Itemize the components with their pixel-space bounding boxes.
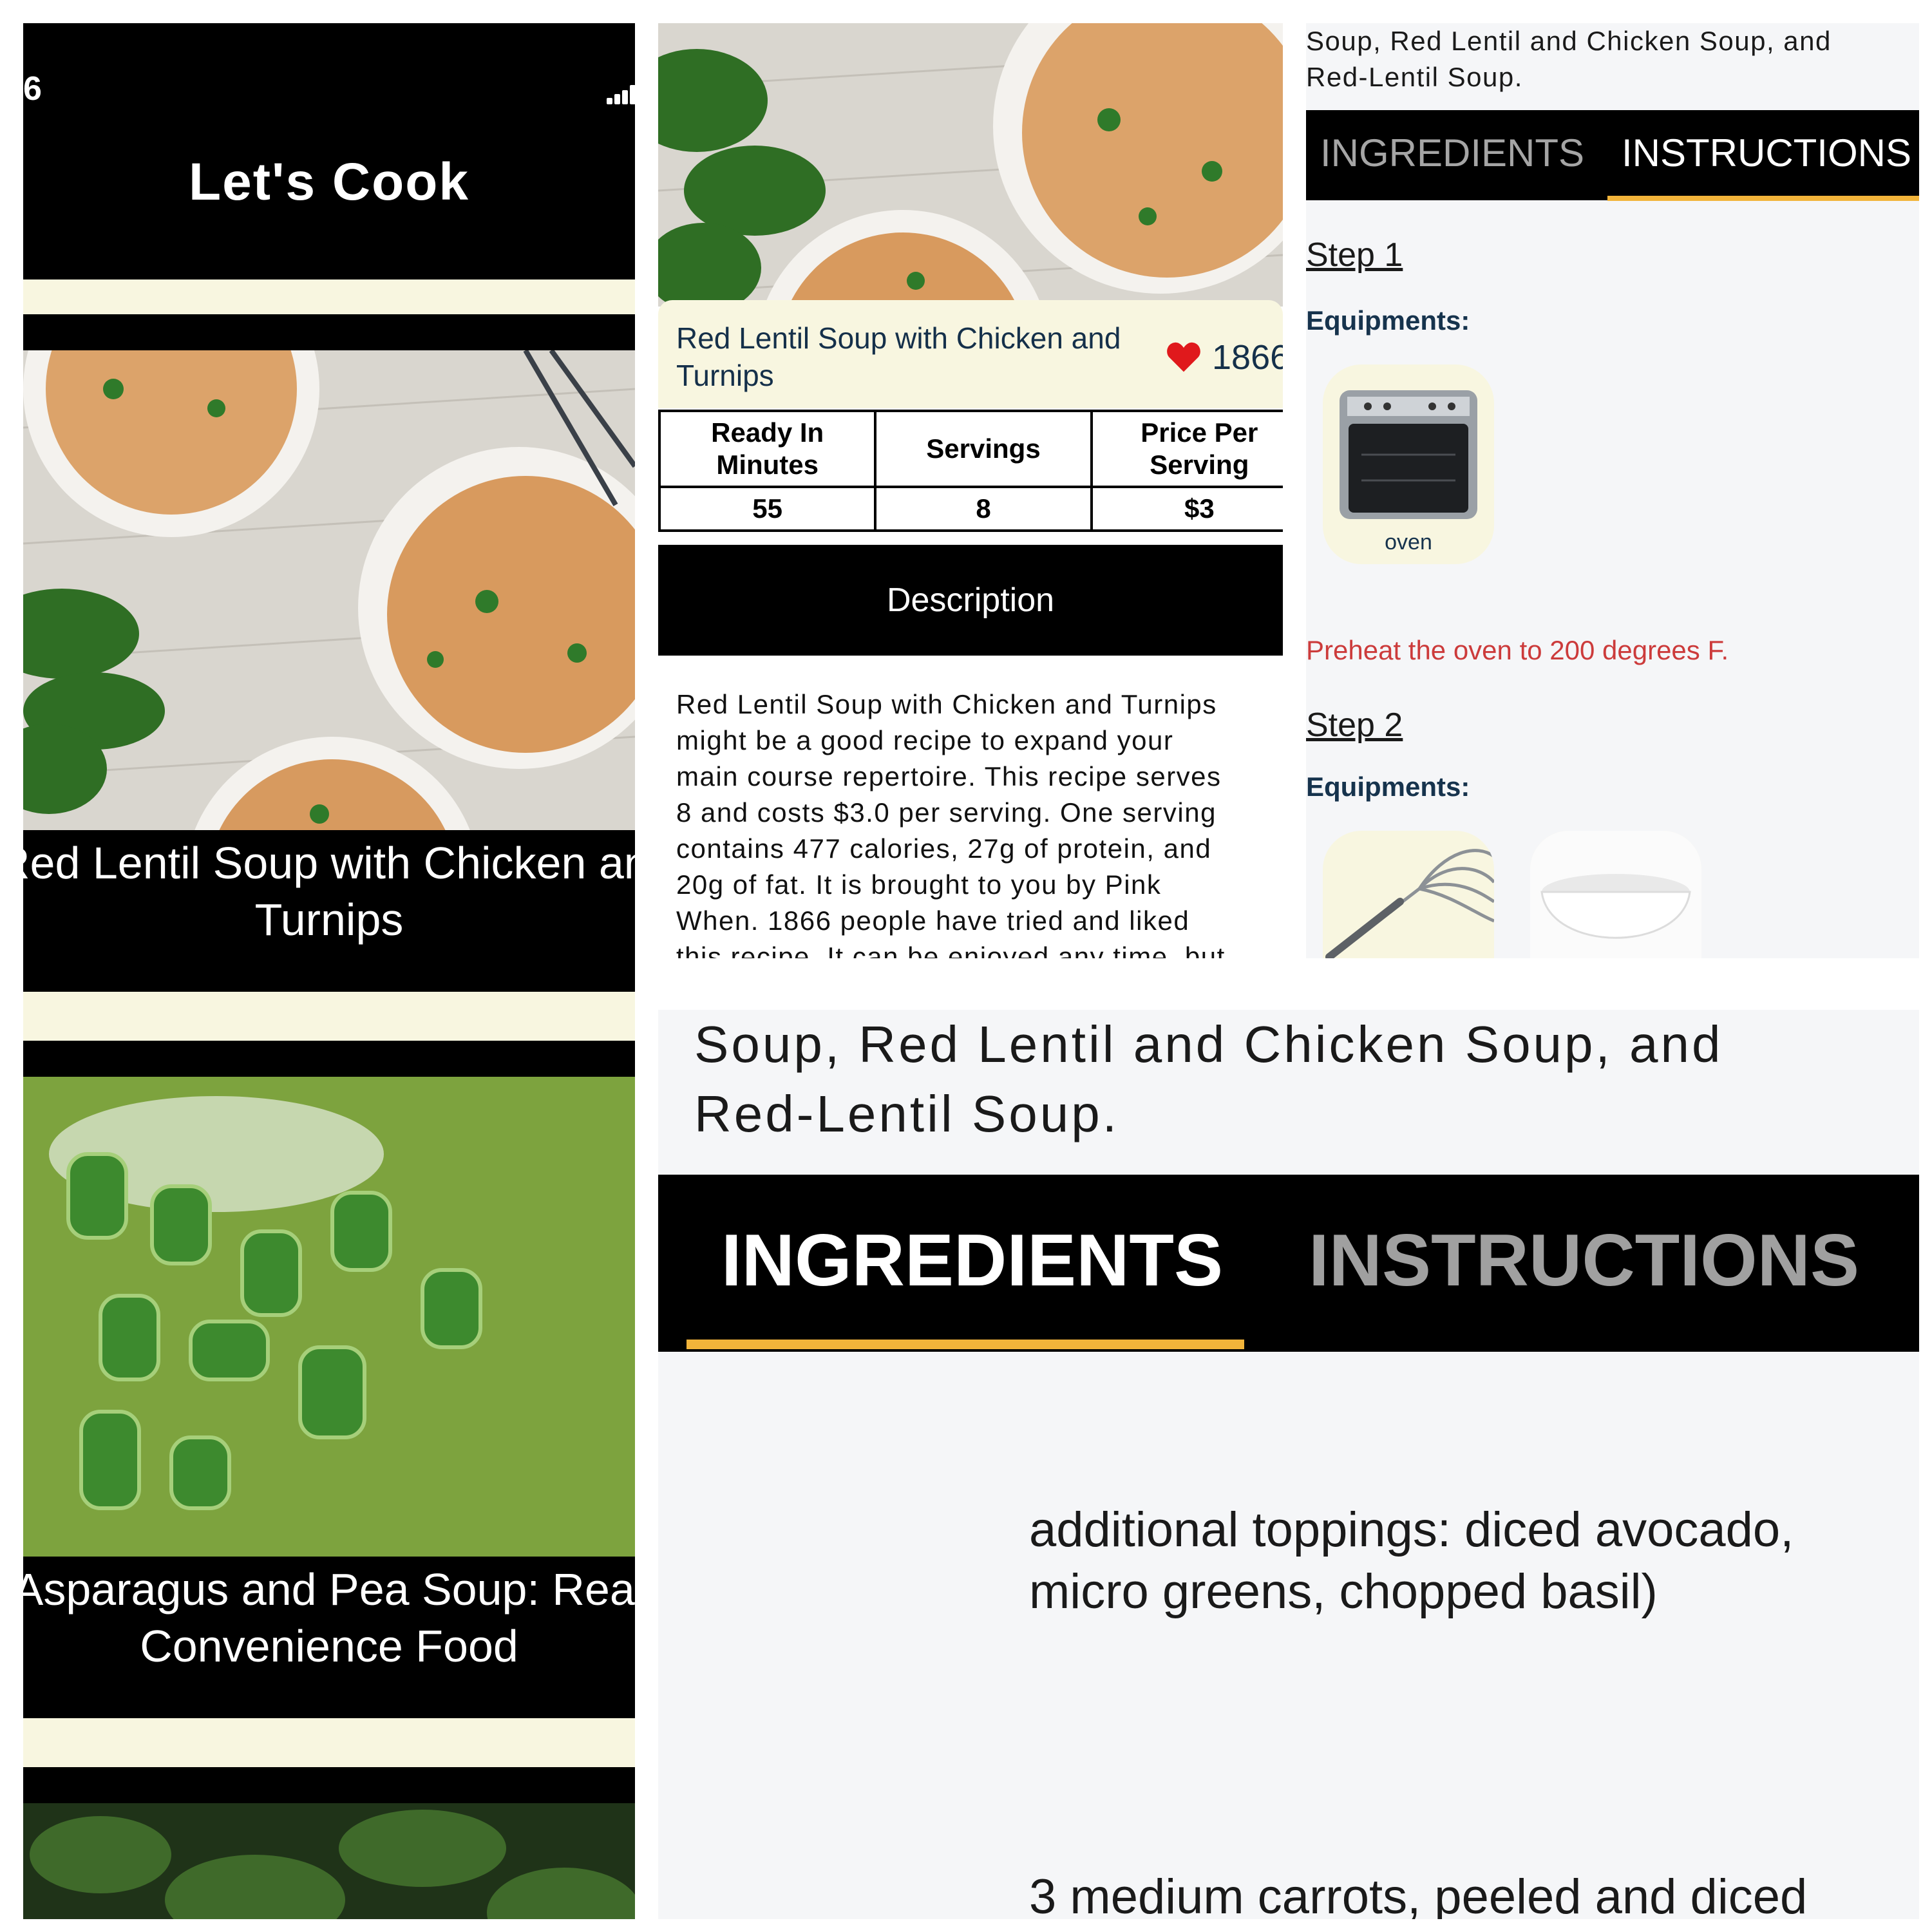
recipe-image-kale: [23, 1803, 635, 1919]
oven-icon: [1340, 390, 1477, 519]
step-1-equipments-label: Equipments:: [1306, 305, 1470, 336]
recipe-card[interactable]: Red Lentil Soup with Chicken and Turnips: [23, 314, 635, 992]
tab-bar: INGREDIENTS INSTRUCTIONS: [658, 1175, 1919, 1352]
ready-in-minutes-value: 55: [658, 486, 877, 532]
recipe-list-screen: 6 Let's Cook Red Lentil Soup with Chicke…: [23, 23, 635, 1919]
tab-instructions[interactable]: INSTRUCTIONS: [1309, 1218, 1859, 1303]
equipment-label: oven: [1385, 530, 1432, 554]
description-heading: Description: [886, 582, 1055, 619]
status-time: 6: [23, 70, 42, 108]
tab-bar: INGREDIENTS INSTRUCTIONS: [1306, 110, 1919, 200]
active-tab-indicator: [687, 1340, 1244, 1349]
status-bar: 6: [23, 23, 635, 126]
recipe-image-asparagus-soup: [23, 1077, 635, 1557]
recipe-hero-image: [658, 23, 1283, 307]
recipe-title-line: Red Lentil Soup with Chicken and: [23, 838, 635, 888]
likes-count: 1866: [1212, 338, 1283, 377]
app-bar: Let's Cook: [23, 126, 635, 279]
price-per-serving-value: $3: [1090, 486, 1283, 532]
recipe-title-bar: Red Lentil Soup with Chicken and Turnips…: [658, 300, 1283, 408]
tab-instructions[interactable]: INSTRUCTIONS: [1622, 131, 1911, 175]
price-per-serving-header: Price Per Serving: [1090, 410, 1283, 488]
whisk-icon: [1325, 849, 1494, 958]
ready-in-minutes-header: Ready In Minutes: [658, 410, 877, 488]
step-1-instruction: Preheat the oven to 200 degrees F.: [1306, 635, 1729, 665]
recipe-card-title: Asparagus and Pea Soup: Real Convenience…: [23, 1561, 635, 1674]
description-button[interactable]: Description: [658, 545, 1283, 656]
equipment-card-whisk: [1323, 831, 1494, 958]
recipe-stats-table: Ready In Minutes Servings Price Per Serv…: [658, 410, 1283, 532]
servings-header: Servings: [874, 410, 1093, 488]
heart-icon[interactable]: [1166, 340, 1202, 374]
step-2-equipments-label: Equipments:: [1306, 772, 1470, 802]
step-1-label: Step 1: [1306, 236, 1403, 274]
app-title: Let's Cook: [189, 153, 469, 211]
recipe-card[interactable]: [23, 1767, 635, 1919]
signal-icon: [607, 85, 635, 104]
ingredient-item: additional toppings: diced avocado, micr…: [1029, 1502, 1794, 1619]
bowl-icon: [1530, 831, 1701, 958]
description-text: Red Lentil Soup with Chicken and Turnips…: [676, 689, 1226, 958]
recipe-card-title: Red Lentil Soup with Chicken and Turnips: [23, 835, 635, 948]
recipe-title-line: Convenience Food: [140, 1621, 518, 1671]
recipe-title-line: Turnips: [254, 895, 404, 945]
step-2-label: Step 2: [1306, 706, 1403, 744]
recipe-detail-screen: Red Lentil Soup with Chicken and Turnips…: [658, 23, 1283, 958]
recipe-image-lentil-soup: [23, 350, 635, 830]
equipment-card-oven: oven: [1323, 365, 1494, 564]
tab-ingredients[interactable]: INGREDIENTS: [721, 1218, 1223, 1303]
recipe-title-line: Asparagus and Pea Soup: Real: [23, 1564, 635, 1615]
equipment-card-bowl: [1530, 831, 1701, 958]
recipe-title: Red Lentil Soup with Chicken and Turnips: [676, 321, 1121, 392]
servings-value: 8: [874, 486, 1093, 532]
instructions-screen: Soup, Red Lentil and Chicken Soup, and R…: [1306, 23, 1919, 958]
recipe-card[interactable]: Asparagus and Pea Soup: Real Convenience…: [23, 1041, 635, 1718]
summary-text: Soup, Red Lentil and Chicken Soup, and R…: [1306, 26, 1832, 92]
ingredients-screen: Soup, Red Lentil and Chicken Soup, and R…: [658, 1010, 1919, 1919]
active-tab-indicator: [1607, 196, 1919, 201]
tab-ingredients[interactable]: INGREDIENTS: [1320, 131, 1584, 175]
summary-text: Soup, Red Lentil and Chicken Soup, and R…: [694, 1016, 1723, 1142]
ingredient-item: 3 medium carrots, peeled and diced: [1029, 1870, 1808, 1919]
